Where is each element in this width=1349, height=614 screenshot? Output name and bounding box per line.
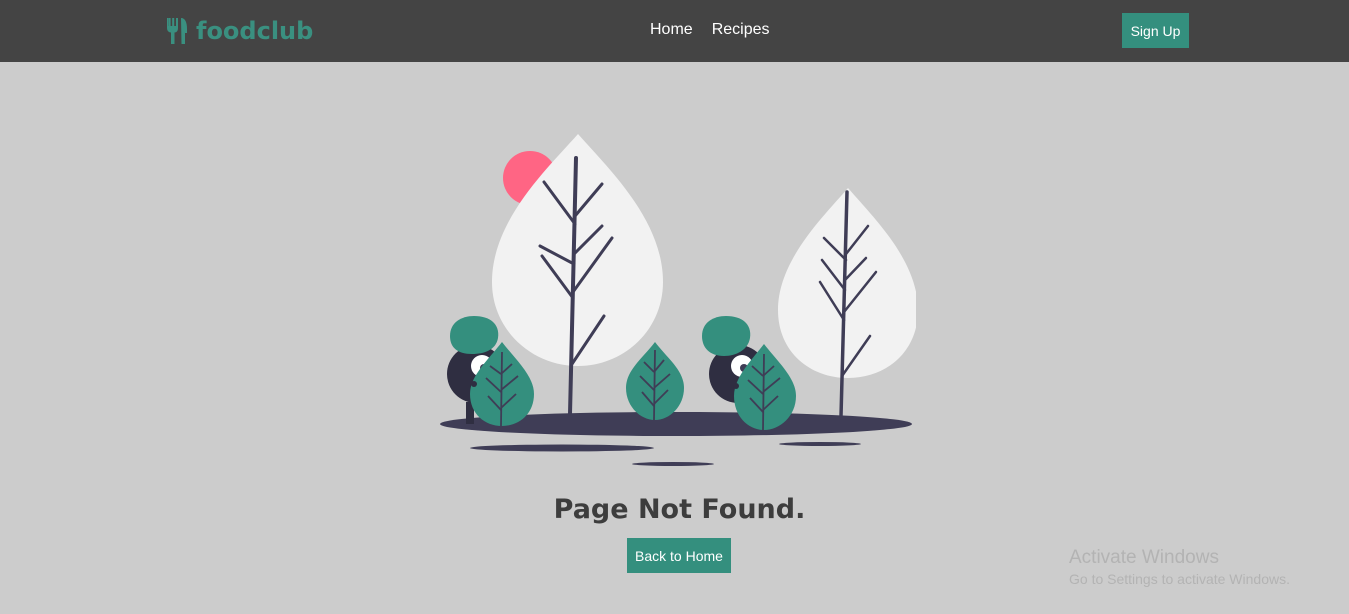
navbar: foodclub Home Recipes Sign Up — [0, 0, 1349, 62]
main-nav: Home Recipes — [650, 20, 770, 40]
ground-shadow-small — [779, 442, 861, 446]
windows-activation-watermark: Activate Windows Go to Settings to activ… — [1069, 547, 1290, 588]
brand-logo[interactable]: foodclub — [166, 16, 313, 46]
ground-shadow-small — [470, 444, 654, 452]
page-title: Page Not Found. — [553, 494, 806, 525]
sign-up-button[interactable]: Sign Up — [1122, 13, 1189, 48]
watermark-subtitle: Go to Settings to activate Windows. — [1069, 571, 1290, 587]
ground-shadow-small — [632, 462, 714, 466]
watermark-title: Activate Windows — [1069, 547, 1219, 568]
back-to-home-button[interactable]: Back to Home — [627, 538, 731, 573]
brand-name: foodclub — [196, 17, 314, 45]
small-bush — [626, 342, 684, 421]
fork-knife-icon — [167, 18, 187, 44]
nav-link-home[interactable]: Home — [650, 20, 693, 40]
nav-link-recipes[interactable]: Recipes — [712, 20, 770, 40]
right-tree — [778, 188, 916, 418]
page-not-found-illustration — [440, 134, 916, 466]
